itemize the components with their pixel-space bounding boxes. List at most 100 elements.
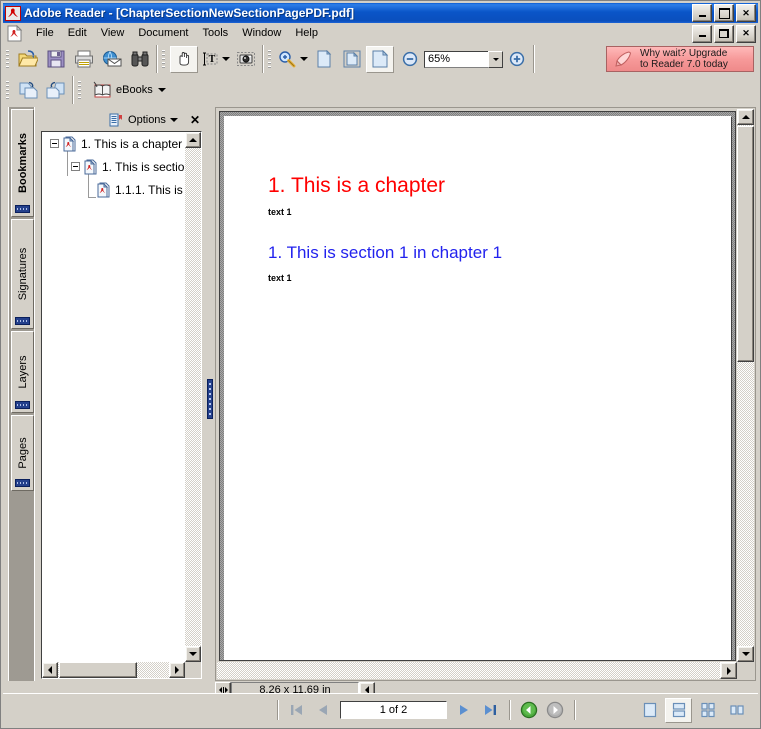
zoom-tool-dropdown[interactable] bbox=[298, 47, 310, 72]
divider bbox=[277, 700, 278, 720]
print-button[interactable] bbox=[70, 46, 98, 73]
toolbar-gripper[interactable] bbox=[5, 78, 11, 101]
document-horizontal-scrollbar[interactable] bbox=[217, 662, 737, 679]
adobe-reader-icon bbox=[5, 5, 21, 21]
ebooks-button[interactable]: eBooks bbox=[86, 76, 171, 103]
pdf-bookmark-icon bbox=[96, 182, 112, 198]
minimize-button[interactable] bbox=[692, 4, 712, 22]
facing-view-button[interactable] bbox=[694, 698, 721, 723]
page-number-input[interactable]: 1 of 2 bbox=[340, 701, 447, 719]
continuous-facing-view-button[interactable] bbox=[723, 698, 750, 723]
hand-tool-button[interactable] bbox=[170, 45, 198, 73]
toolbar-gripper[interactable] bbox=[5, 48, 11, 70]
menu-help[interactable]: Help bbox=[288, 25, 325, 43]
panel-splitter[interactable] bbox=[206, 107, 214, 681]
tab-grip[interactable] bbox=[15, 205, 30, 213]
bookmark-item-chapter[interactable]: 1. This is a chapter bbox=[42, 132, 185, 155]
maximize-button[interactable] bbox=[714, 4, 734, 22]
next-page-button[interactable] bbox=[451, 697, 477, 723]
bookmark-item-section[interactable]: 1. This is section bbox=[42, 155, 185, 178]
bookmark-label: 1.1.1. This is s bbox=[115, 182, 185, 197]
page-fit-width-icon bbox=[371, 50, 389, 68]
first-page-button[interactable] bbox=[284, 697, 310, 723]
scroll-up-button[interactable] bbox=[737, 109, 754, 125]
bookmarks-vertical-scrollbar[interactable] bbox=[185, 132, 201, 662]
previous-page-button[interactable] bbox=[310, 697, 336, 723]
select-text-tool-button[interactable]: T bbox=[198, 46, 220, 73]
toolbar-gripper[interactable] bbox=[161, 48, 167, 70]
fit-width-button[interactable] bbox=[366, 45, 394, 73]
zoom-out-button[interactable] bbox=[396, 46, 424, 73]
select-tool-dropdown[interactable] bbox=[220, 47, 232, 72]
sidebar-tab-bookmarks[interactable]: Bookmarks bbox=[11, 109, 34, 217]
close-bookmarks-panel-button[interactable]: ✕ bbox=[190, 114, 200, 126]
save-button[interactable] bbox=[42, 46, 70, 73]
chevron-down-icon bbox=[300, 57, 308, 61]
chevron-down-icon[interactable] bbox=[169, 118, 178, 122]
zoom-dropdown-button[interactable] bbox=[488, 50, 503, 68]
bookmarks-horizontal-scrollbar[interactable] bbox=[42, 662, 185, 678]
zoom-in-button[interactable] bbox=[503, 46, 531, 73]
forward-arrow-gray-icon bbox=[546, 701, 564, 719]
open-button[interactable] bbox=[14, 46, 42, 73]
menu-edit[interactable]: Edit bbox=[61, 25, 94, 43]
sidebar-tab-layers-label: Layers bbox=[16, 355, 29, 389]
next-view-button[interactable] bbox=[42, 76, 70, 103]
bookmark-options-button[interactable]: Options bbox=[128, 114, 166, 126]
next-page-icon bbox=[456, 703, 472, 717]
close-button[interactable]: ✕ bbox=[736, 4, 756, 22]
scroll-down-button[interactable] bbox=[185, 646, 201, 662]
menu-view[interactable]: View bbox=[94, 25, 132, 43]
expand-collapse-toggle[interactable] bbox=[50, 139, 59, 148]
continuous-view-button[interactable] bbox=[665, 697, 692, 723]
app-window-buttons: ✕ bbox=[692, 4, 758, 22]
last-page-icon bbox=[482, 703, 498, 717]
fit-page-button[interactable] bbox=[338, 46, 366, 73]
scroll-right-button[interactable] bbox=[720, 662, 737, 679]
scroll-up-button[interactable] bbox=[185, 132, 201, 148]
expand-collapse-toggle[interactable] bbox=[71, 162, 80, 171]
horizontal-scroll-thumb[interactable] bbox=[59, 662, 137, 678]
last-page-button[interactable] bbox=[477, 697, 503, 723]
scroll-right-button[interactable] bbox=[169, 662, 185, 678]
menu-window[interactable]: Window bbox=[235, 25, 288, 43]
tab-grip[interactable] bbox=[15, 317, 30, 325]
arrow-right-icon bbox=[175, 666, 179, 674]
previous-view-button[interactable] bbox=[14, 76, 42, 103]
scroll-left-button[interactable] bbox=[42, 662, 58, 678]
sidebar-tab-pages[interactable]: Pages bbox=[11, 415, 34, 491]
arrow-right-icon bbox=[726, 666, 731, 675]
actual-size-button[interactable] bbox=[310, 46, 338, 73]
document-minimize-button[interactable] bbox=[692, 24, 712, 43]
first-page-icon bbox=[289, 703, 305, 717]
upgrade-promo-banner[interactable]: Why wait? Upgrade to Reader 7.0 today bbox=[606, 46, 754, 72]
divider bbox=[574, 700, 575, 720]
scroll-down-button[interactable] bbox=[737, 646, 754, 662]
document-vertical-scrollbar[interactable] bbox=[737, 109, 754, 662]
toolbar-gripper[interactable] bbox=[77, 78, 83, 101]
zoom-input[interactable]: 65% bbox=[424, 50, 488, 68]
menu-document[interactable]: Document bbox=[131, 25, 195, 43]
search-button[interactable] bbox=[126, 46, 154, 73]
bookmark-item-subsection[interactable]: 1.1.1. This is s bbox=[42, 178, 185, 201]
vertical-scroll-thumb[interactable] bbox=[737, 126, 754, 362]
sidebar-tab-signatures[interactable]: Signatures bbox=[11, 219, 34, 329]
toolbar-gripper[interactable] bbox=[267, 48, 273, 70]
tab-grip[interactable] bbox=[15, 479, 30, 487]
menu-tools[interactable]: Tools bbox=[196, 25, 236, 43]
tab-grip[interactable] bbox=[15, 401, 30, 409]
pdf-page[interactable]: 1. This is a chapter text 1 1. This is s… bbox=[224, 116, 731, 660]
snapshot-tool-button[interactable] bbox=[232, 46, 260, 73]
single-page-view-button[interactable] bbox=[636, 698, 663, 723]
magnifier-plus-icon bbox=[277, 50, 297, 68]
menu-file[interactable]: File bbox=[29, 25, 61, 43]
binoculars-icon bbox=[130, 50, 150, 68]
previous-view-nav-button[interactable] bbox=[516, 697, 542, 723]
next-view-nav-button[interactable] bbox=[542, 697, 568, 723]
email-button[interactable] bbox=[98, 46, 126, 73]
document-restore-button[interactable] bbox=[714, 24, 734, 43]
zoom-in-tool-button[interactable] bbox=[276, 46, 298, 73]
splitter-grip[interactable] bbox=[207, 379, 213, 419]
sidebar-tab-layers[interactable]: Layers bbox=[11, 331, 34, 413]
document-close-button[interactable]: ✕ bbox=[736, 24, 756, 43]
